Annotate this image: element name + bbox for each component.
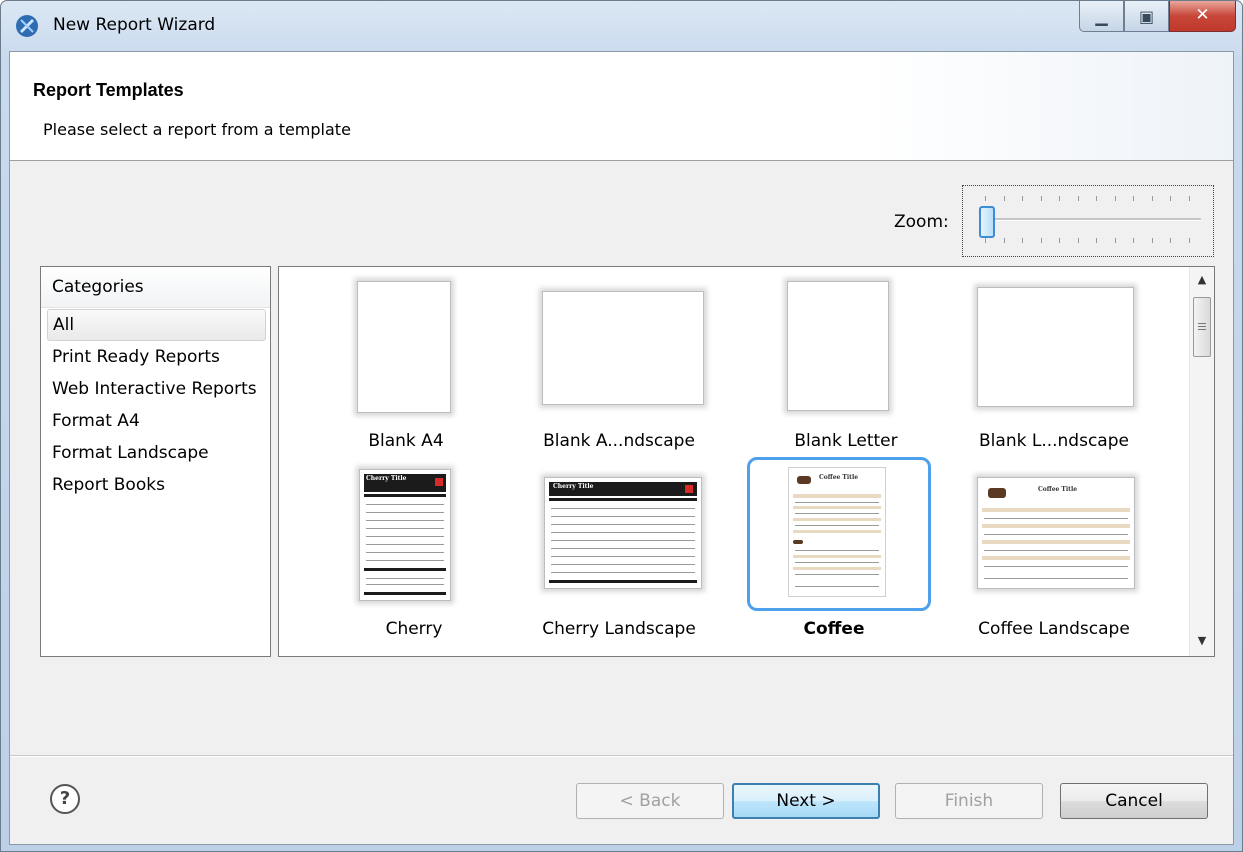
scroll-up-icon[interactable]: ▲ bbox=[1190, 273, 1214, 293]
zoom-thumb[interactable] bbox=[979, 206, 995, 238]
zoom-track[interactable] bbox=[979, 218, 1201, 221]
title-bar[interactable]: New Report Wizard ▁ ▣ ✕ bbox=[1, 1, 1242, 51]
scroll-thumb[interactable] bbox=[1193, 297, 1211, 357]
template-preview bbox=[977, 287, 1134, 407]
window-title: New Report Wizard bbox=[53, 15, 216, 35]
templates-gallery: Blank A4 Blank A...ndscape Blank Letter … bbox=[278, 266, 1215, 657]
template-label: Coffee Landscape bbox=[978, 619, 1130, 639]
zoom-label: Zoom: bbox=[894, 212, 949, 232]
categories-header[interactable]: Categories bbox=[41, 267, 270, 308]
template-label: Blank A4 bbox=[368, 431, 444, 451]
category-item-report-books[interactable]: Report Books bbox=[41, 469, 270, 501]
category-item-web-interactive-reports[interactable]: Web Interactive Reports bbox=[41, 373, 270, 405]
page-description: Please select a report from a template bbox=[43, 120, 351, 139]
template-tile-cherry-landscape[interactable]: Cherry Title Cherry Landscape bbox=[524, 465, 714, 651]
close-icon: ✕ bbox=[1195, 5, 1210, 25]
template-label: Blank Letter bbox=[794, 431, 898, 451]
template-preview: Coffee Title bbox=[977, 477, 1135, 589]
close-button[interactable]: ✕ bbox=[1169, 1, 1236, 32]
categories-header-label: Categories bbox=[52, 277, 144, 297]
category-item-format-landscape[interactable]: Format Landscape bbox=[41, 437, 270, 469]
cancel-button[interactable]: Cancel bbox=[1060, 783, 1208, 819]
template-label: Coffee bbox=[803, 619, 865, 639]
category-item-format-a4[interactable]: Format A4 bbox=[41, 405, 270, 437]
template-label: Blank A...ndscape bbox=[543, 431, 695, 451]
scroll-down-icon[interactable]: ▼ bbox=[1190, 634, 1214, 654]
template-preview: Cherry Title bbox=[544, 477, 702, 589]
template-tile-blank-letter-landscape[interactable]: Blank L...ndscape bbox=[959, 275, 1149, 461]
maximize-button[interactable]: ▣ bbox=[1124, 1, 1169, 32]
dialog-client-area: Report Templates Please select a report … bbox=[9, 51, 1234, 845]
report-wizard-icon bbox=[16, 15, 38, 37]
wizard-header: Report Templates Please select a report … bbox=[10, 52, 1233, 161]
wizard-window: New Report Wizard ▁ ▣ ✕ Report Templates… bbox=[0, 0, 1243, 852]
template-tile-cherry[interactable]: Cherry Title Cherry bbox=[329, 465, 519, 651]
help-icon[interactable]: ? bbox=[50, 784, 80, 814]
categories-list: All Print Ready Reports Web Interactive … bbox=[41, 309, 270, 501]
minimize-button[interactable]: ▁ bbox=[1079, 1, 1124, 32]
next-button[interactable]: Next > bbox=[732, 783, 880, 819]
template-label: Cherry bbox=[385, 619, 443, 639]
footer-separator bbox=[10, 755, 1233, 757]
template-preview: Cherry Title bbox=[359, 469, 451, 601]
page-title: Report Templates bbox=[33, 80, 184, 100]
category-item-print-ready-reports[interactable]: Print Ready Reports bbox=[41, 341, 270, 373]
category-item-all[interactable]: All bbox=[47, 309, 266, 341]
template-preview: Coffee Title bbox=[788, 467, 886, 597]
back-button[interactable]: < Back bbox=[576, 783, 724, 819]
minimize-icon: ▁ bbox=[1095, 7, 1108, 26]
zoom-slider[interactable] bbox=[962, 185, 1214, 257]
template-tile-blank-letter[interactable]: Blank Letter bbox=[759, 275, 949, 461]
template-tile-coffee-landscape[interactable]: Coffee Title Coffee Landscape bbox=[959, 465, 1149, 651]
template-label: Blank L...ndscape bbox=[979, 431, 1129, 451]
template-label: Cherry Landscape bbox=[542, 619, 696, 639]
template-preview bbox=[542, 291, 704, 405]
template-tile-blank-a4-landscape[interactable]: Blank A...ndscape bbox=[524, 275, 714, 461]
template-preview bbox=[787, 281, 889, 411]
template-tile-blank-a4[interactable]: Blank A4 bbox=[329, 275, 519, 461]
templates-scrollbar[interactable]: ▲ ▼ bbox=[1189, 267, 1214, 656]
maximize-icon: ▣ bbox=[1138, 7, 1155, 26]
template-preview bbox=[357, 281, 451, 413]
template-tile-coffee[interactable]: Coffee Title Coffee bbox=[744, 457, 934, 643]
finish-button[interactable]: Finish bbox=[895, 783, 1043, 819]
categories-panel: Categories All Print Ready Reports Web I… bbox=[40, 266, 271, 657]
